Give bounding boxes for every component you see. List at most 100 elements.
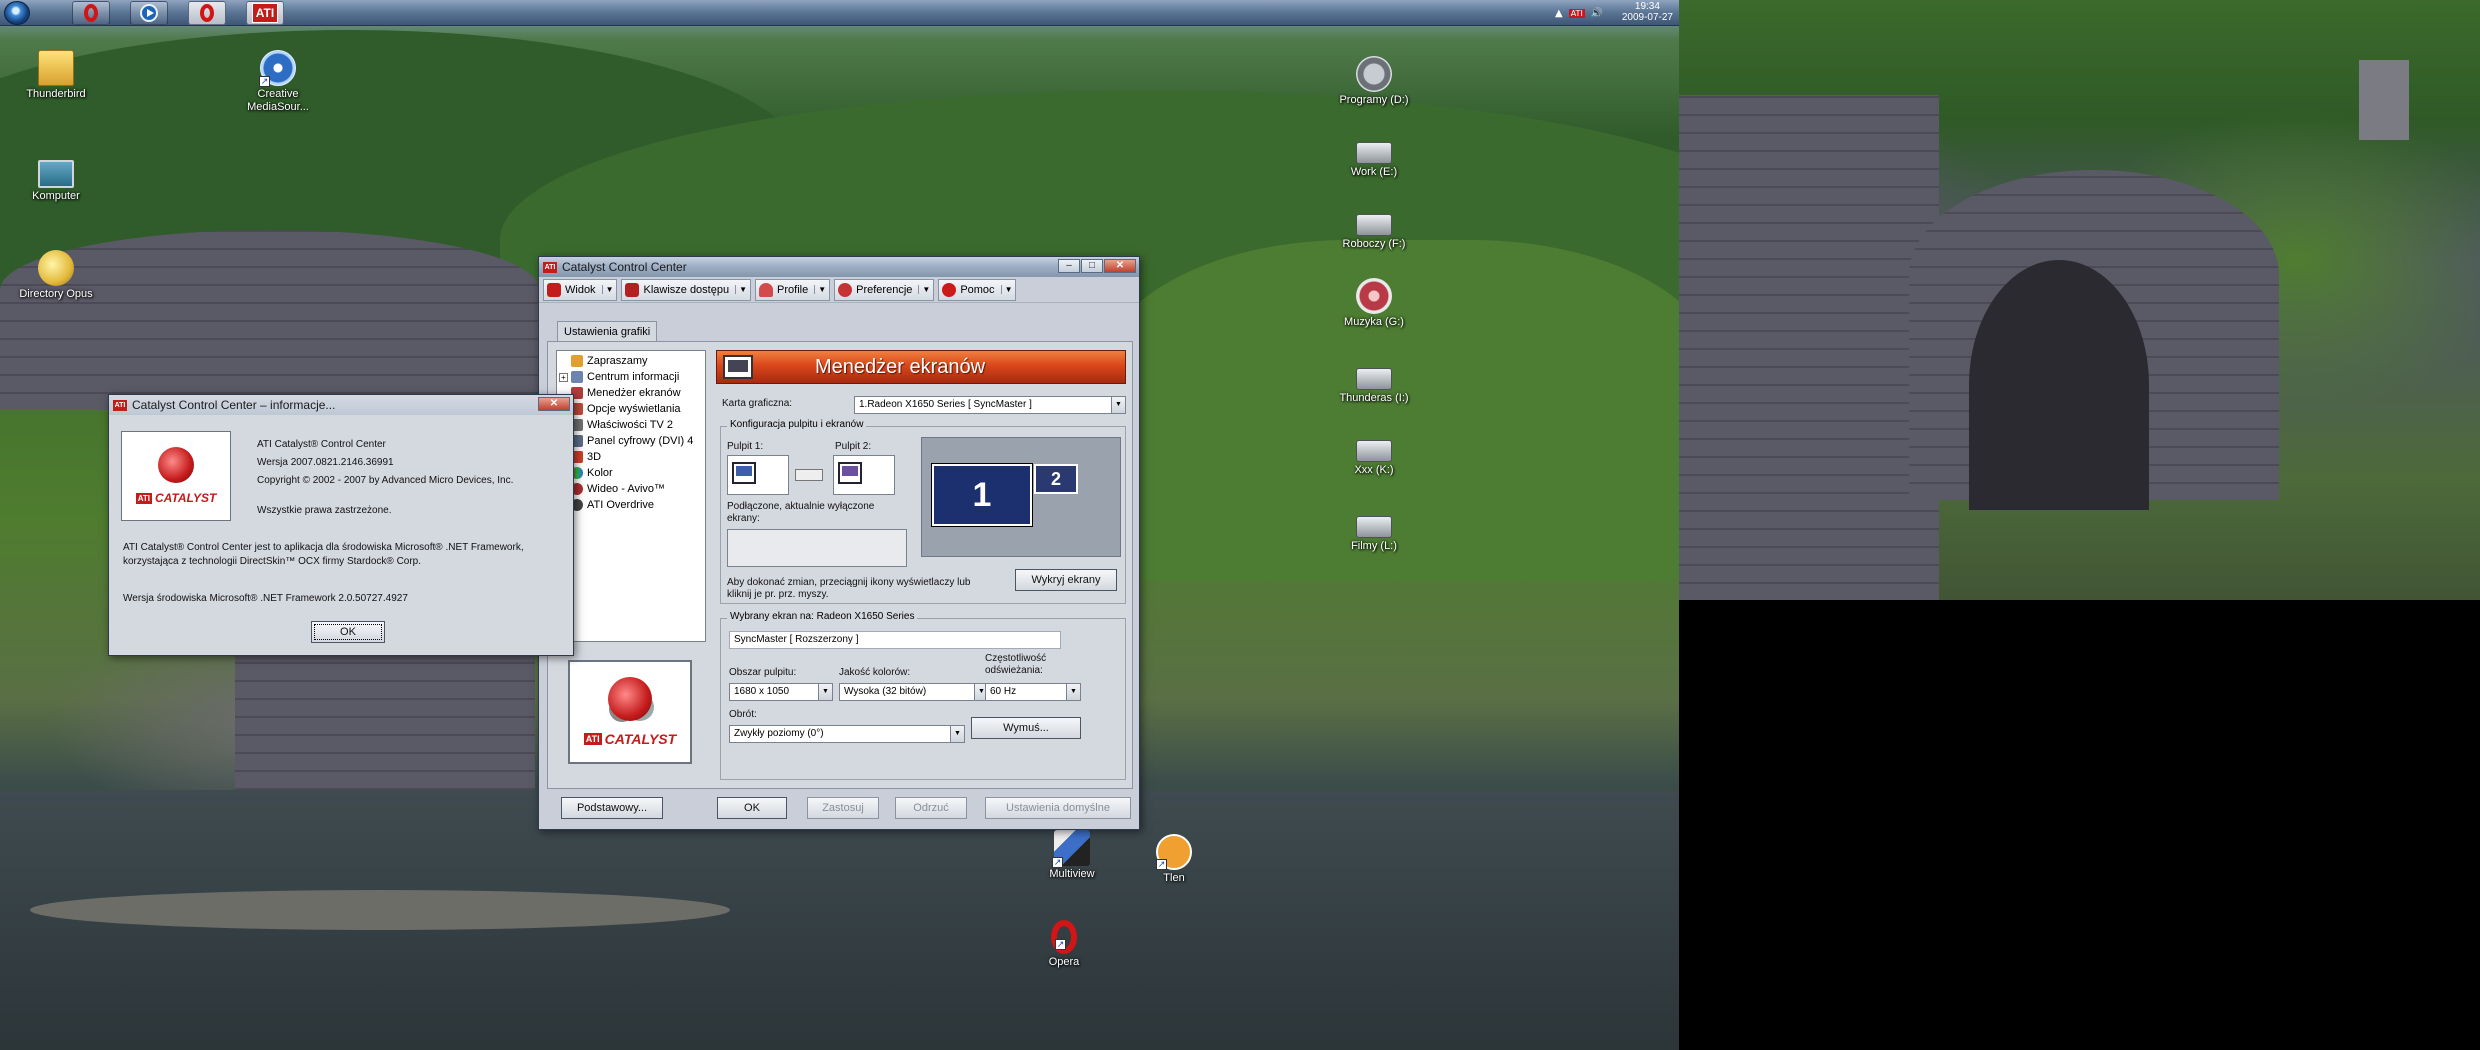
refresh-rate-label: Częstotliwość odświeżania: (985, 653, 1047, 676)
color-quality-select[interactable]: Wysoka (32 bitów) ▼ (839, 683, 989, 701)
desktop-icon-multiview[interactable]: ↗ Multiview (1032, 830, 1112, 881)
tree-item-digital-panel[interactable]: Panel cyfrowy (DVI) 4 (559, 433, 703, 449)
taskbar-opera-2-button[interactable] (188, 1, 226, 25)
tree-item-tv-properties[interactable]: Właściwości TV 2 (559, 417, 703, 433)
opera-icon: ↗ (1051, 920, 1077, 954)
desktop-secondary[interactable] (1679, 0, 2480, 600)
desktop-icon-opera[interactable]: ↗ Opera (1024, 920, 1104, 969)
desktop-icon-roboczy[interactable]: Roboczy (F:) (1334, 204, 1414, 251)
desktop-area-select[interactable]: 1680 x 1050 ▼ (729, 683, 833, 701)
rotation-select[interactable]: Zwykły poziomy (0°) ▼ (729, 725, 965, 743)
desktop-icon-filmy[interactable]: Filmy (L:) (1334, 506, 1414, 553)
discard-button[interactable]: Odrzuć (895, 797, 967, 819)
link-icon (795, 469, 823, 481)
menu-view[interactable]: Widok ▼ (543, 278, 618, 301)
ati-logo-text: ATI (135, 492, 152, 504)
tree-label: ATI Overdrive (587, 499, 655, 511)
start-button[interactable] (4, 1, 30, 25)
tab-graphics-settings[interactable]: Ustawienia grafiki (557, 321, 658, 341)
ati-logo-text: ATI (583, 733, 602, 745)
framework-version: Wersja środowiska Microsoft® .NET Framew… (123, 593, 408, 604)
menu-profiles[interactable]: Profile ▼ (755, 278, 831, 301)
desktop-icon-directory-opus[interactable]: Directory Opus (16, 250, 96, 301)
speaker-icon[interactable]: 🔊 (1591, 8, 1603, 19)
displays-manager-icon (723, 355, 753, 379)
minimize-button[interactable]: – (1058, 259, 1080, 273)
ok-button[interactable]: OK (717, 797, 787, 819)
ccc-titlebar[interactable]: ATI Catalyst Control Center – □ ✕ (539, 257, 1139, 277)
desktop-area-value: 1680 x 1050 (734, 686, 790, 697)
chevron-up-icon[interactable]: ▲ (1555, 8, 1563, 19)
expand-icon[interactable]: + (559, 372, 568, 382)
tree-item-display-options[interactable]: Opcje wyświetlania (559, 401, 703, 417)
about-ok-button[interactable]: OK (311, 621, 385, 643)
desktop-icon-xxx[interactable]: Xxx (K:) (1334, 430, 1414, 477)
selected-display-field[interactable]: SyncMaster [ Rozszerzony ] (729, 631, 1061, 649)
selected-display-group: Wybrany ekran na: Radeon X1650 Series Sy… (720, 611, 1126, 780)
info-icon (571, 371, 583, 383)
tlen-icon: ↗ (1156, 834, 1192, 870)
drive-icon (1356, 368, 1392, 390)
taskbar-opera-button[interactable] (72, 1, 110, 25)
wallpaper-arch-opening (1969, 260, 2149, 510)
desktop-icon-thunderas[interactable]: Thunderas (I:) (1334, 358, 1414, 405)
dialog-title: Catalyst Control Center – informacje... (132, 398, 336, 412)
tree-item-displays-manager[interactable]: Menedżer ekranów (559, 385, 703, 401)
tree-item-3d[interactable]: 3D (559, 449, 703, 465)
ati-tray-icon[interactable]: ATI (1568, 8, 1585, 18)
taskbar-media-button[interactable] (130, 1, 168, 25)
product-name: ATI Catalyst® Control Center (257, 439, 386, 450)
disabled-displays-list[interactable] (727, 529, 907, 567)
defaults-button[interactable]: Ustawienia domyślne (985, 797, 1131, 819)
desktop2-slot[interactable] (833, 455, 895, 495)
tree-item-information-center[interactable]: + Centrum informacji (559, 369, 703, 385)
menu-help[interactable]: Pomoc ▼ (938, 278, 1017, 301)
chevron-down-icon: ▼ (1066, 684, 1080, 700)
desktop2-label: Pulpit 2: (835, 441, 872, 452)
tree-item-video-avivo[interactable]: Wideo - Avivo™ (559, 481, 703, 497)
tree-item-overdrive[interactable]: ATI Overdrive (559, 497, 703, 513)
detect-displays-button[interactable]: Wykryj ekrany (1015, 569, 1117, 591)
desktop-icon-label: Programy (D:) (1339, 94, 1409, 106)
desktop-icon-label: Filmy (L:) (1351, 540, 1397, 552)
tree-label: Panel cyfrowy (DVI) 4 (587, 435, 694, 447)
desktop-icon-thunderbird[interactable]: Thunderbird (16, 50, 96, 101)
tree-item-welcome[interactable]: Zapraszamy (559, 353, 703, 369)
menu-preferences[interactable]: Preferencje ▼ (834, 278, 935, 301)
clock[interactable]: 19:34 2009-07-27 (1622, 1, 1673, 23)
desktop-icon-label: Work (E:) (1350, 166, 1398, 178)
taskbar: ATI ▲ ATI 🔊 19:34 2009-07-27 (0, 0, 1679, 26)
apply-button[interactable]: Zastosuj (807, 797, 879, 819)
desktop-icon-tlen[interactable]: ↗ Tlen (1134, 834, 1214, 885)
ati-icon: ATI (251, 3, 279, 23)
home-icon (571, 355, 583, 367)
graphics-card-select[interactable]: 1.Radeon X1650 Series [ SyncMaster ] ▼ (854, 396, 1126, 414)
creative-mediasource-icon: ↗ (259, 50, 296, 87)
desktop-icon-muzyka[interactable]: Muzyka (G:) (1334, 278, 1414, 329)
force-button[interactable]: Wymuś... (971, 717, 1081, 739)
tree-label: 3D (587, 451, 602, 463)
about-titlebar[interactable]: ATI Catalyst Control Center – informacje… (109, 395, 573, 415)
basic-view-button[interactable]: Podstawowy... (561, 797, 663, 819)
hotkeys-icon (625, 282, 640, 297)
menu-hotkeys[interactable]: Klawisze dostępu ▼ (621, 278, 752, 301)
refresh-rate-select[interactable]: 60 Hz ▼ (985, 683, 1081, 701)
taskbar-ati-button[interactable]: ATI (246, 1, 284, 25)
close-button[interactable]: ✕ (1104, 259, 1136, 273)
close-button[interactable]: ✕ (538, 397, 570, 411)
maximize-button[interactable]: □ (1081, 259, 1103, 273)
display-2-tile[interactable]: 2 (1034, 464, 1078, 494)
display-1-tile[interactable]: 1 (931, 463, 1033, 527)
desktop-icon-work[interactable]: Work (E:) (1334, 132, 1414, 179)
desktop-icon-creative[interactable]: ↗ Creative MediaSour... (238, 50, 318, 114)
desktop-icon-komputer[interactable]: Komputer (16, 160, 96, 203)
tree-item-color[interactable]: Kolor (559, 465, 703, 481)
display-arrangement-area[interactable]: 1 2 (921, 437, 1121, 557)
desktop1-slot[interactable] (727, 455, 789, 495)
desktop-icon-programy[interactable]: Programy (D:) (1334, 56, 1414, 107)
graphics-card-value: 1.Radeon X1650 Series [ SyncMaster ] (859, 399, 1032, 410)
tree-label: Centrum informacji (587, 371, 680, 383)
catalyst-logo-text: CATALYST (154, 491, 217, 505)
catalyst-logo-text: CATALYST (604, 731, 677, 747)
catalyst-molecule-icon (158, 447, 194, 483)
